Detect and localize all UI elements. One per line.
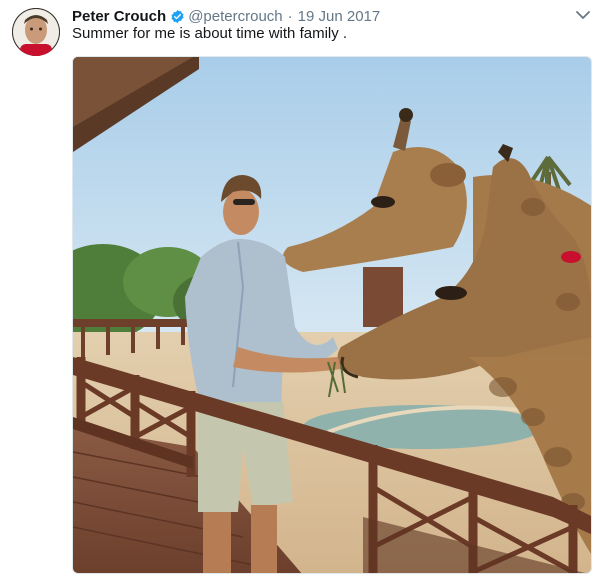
tweet-timestamp[interactable]: 19 Jun 2017 bbox=[298, 8, 381, 25]
user-handle[interactable]: @petercrouch bbox=[188, 8, 282, 25]
avatar[interactable] bbox=[12, 8, 60, 56]
tweet-card: Peter Crouch @petercrouch · 19 Jun 2017 … bbox=[0, 0, 604, 584]
chevron-down-icon[interactable] bbox=[574, 8, 592, 22]
display-name[interactable]: Peter Crouch bbox=[72, 8, 166, 25]
tweet-photo[interactable] bbox=[72, 56, 592, 574]
tweet-text: Summer for me is about time with family … bbox=[72, 25, 348, 42]
avatar-image bbox=[12, 8, 60, 56]
verified-badge-icon bbox=[170, 9, 185, 24]
meta-separator: · bbox=[287, 7, 293, 25]
photo-giraffe-feeding bbox=[73, 57, 591, 573]
